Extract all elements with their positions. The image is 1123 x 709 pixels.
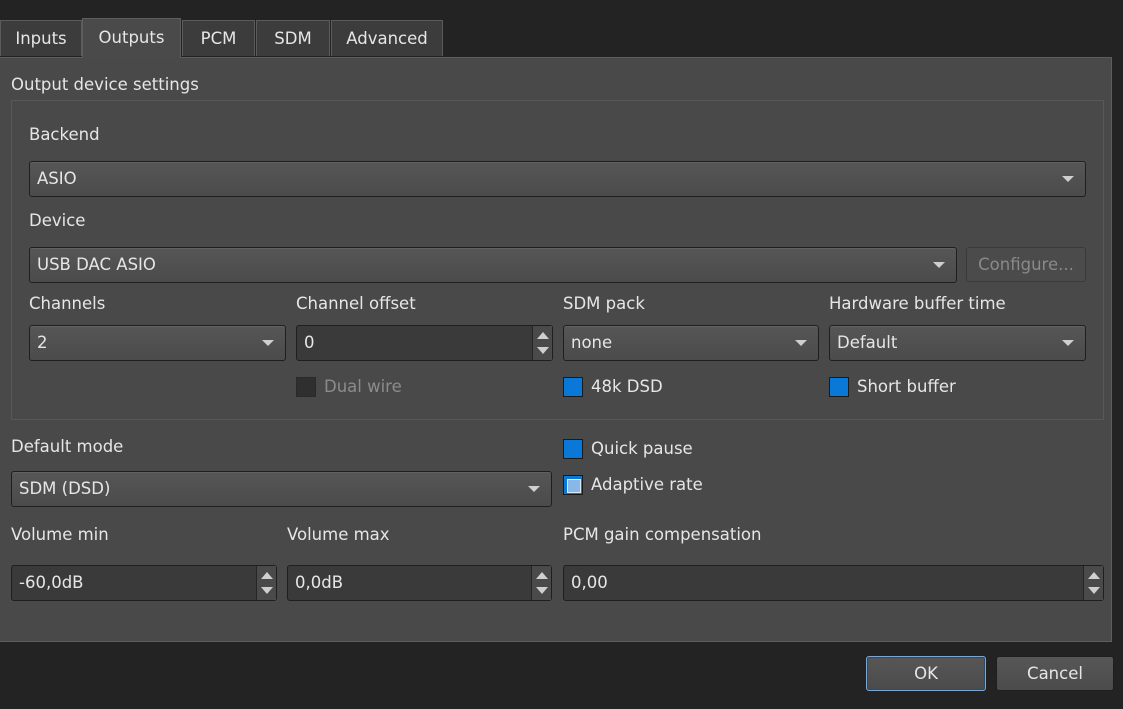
chevron-down-icon [933, 262, 945, 268]
short-buffer-label: Short buffer [857, 377, 956, 396]
checkbox-box [829, 377, 849, 397]
dual-wire-checkbox[interactable]: Dual wire [296, 376, 436, 398]
settings-dialog: Inputs Outputs PCM SDM Advanced Output d… [0, 0, 1123, 709]
chevron-down-icon [528, 486, 540, 492]
channels-value: 2 [37, 333, 48, 352]
tab-inputs[interactable]: Inputs [0, 20, 82, 56]
default-mode-label: Default mode [11, 437, 124, 456]
adaptive-rate-checkbox[interactable]: Adaptive rate [563, 474, 723, 496]
channel-offset-label: Channel offset [296, 294, 416, 313]
checkbox-box [563, 439, 583, 459]
spin-buttons [256, 566, 276, 600]
spin-down-icon[interactable] [1088, 587, 1100, 594]
quick-pause-checkbox[interactable]: Quick pause [563, 438, 723, 460]
backend-value: ASIO [37, 169, 77, 188]
default-mode-select[interactable]: SDM (DSD) [11, 471, 552, 507]
spin-buttons [532, 326, 552, 360]
short-buffer-checkbox[interactable]: Short buffer [829, 376, 989, 398]
spin-buttons [531, 566, 551, 600]
sdm-pack-label: SDM pack [563, 294, 645, 313]
channel-offset-spinbox[interactable]: 0 [296, 325, 553, 361]
volume-max-spinbox[interactable]: 0,0dB [287, 565, 552, 601]
spin-up-icon[interactable] [536, 572, 548, 579]
volume-min-spinbox[interactable]: -60,0dB [11, 565, 277, 601]
tab-advanced[interactable]: Advanced [331, 20, 443, 56]
backend-select[interactable]: ASIO [29, 161, 1086, 197]
volume-max-value: 0,0dB [295, 573, 344, 592]
spin-down-icon[interactable] [536, 587, 548, 594]
hardware-buffer-time-label: Hardware buffer time [829, 294, 1006, 313]
spin-down-icon[interactable] [261, 587, 273, 594]
hardware-buffer-time-value: Default [837, 333, 898, 352]
tab-outputs[interactable]: Outputs [82, 18, 181, 58]
volume-min-label: Volume min [11, 525, 109, 544]
spin-up-icon[interactable] [1088, 572, 1100, 579]
tab-pcm-label: PCM [200, 29, 237, 48]
spin-down-icon[interactable] [537, 347, 549, 354]
tab-advanced-label: Advanced [346, 29, 428, 48]
quick-pause-label: Quick pause [591, 439, 693, 458]
sdm-pack-select[interactable]: none [563, 325, 819, 361]
device-select[interactable]: USB DAC ASIO [29, 247, 957, 283]
adaptive-rate-label: Adaptive rate [591, 475, 703, 494]
configure-button[interactable]: Configure... [966, 247, 1086, 282]
chevron-down-icon [262, 340, 274, 346]
output-device-settings-title: Output device settings [11, 75, 199, 94]
spin-buttons [1083, 566, 1103, 600]
checkbox-box [563, 475, 583, 495]
pcm-gain-compensation-label: PCM gain compensation [563, 525, 762, 544]
outputs-panel: Output device settings Backend ASIO Devi… [0, 57, 1112, 642]
chevron-down-icon [795, 340, 807, 346]
pcm-gain-compensation-value: 0,00 [571, 573, 608, 592]
dsd-48k-checkbox[interactable]: 48k DSD [563, 376, 703, 398]
tab-outputs-label: Outputs [98, 28, 165, 47]
channels-select[interactable]: 2 [29, 325, 286, 361]
channels-label: Channels [29, 294, 106, 313]
volume-max-label: Volume max [287, 525, 390, 544]
tab-inputs-label: Inputs [15, 29, 67, 48]
channel-offset-value: 0 [304, 333, 315, 352]
tab-sdm-label: SDM [274, 29, 312, 48]
spin-up-icon[interactable] [537, 332, 549, 339]
tab-sdm[interactable]: SDM [256, 20, 330, 56]
sdm-pack-value: none [571, 333, 613, 352]
chevron-down-icon [1062, 340, 1074, 346]
dsd-48k-label: 48k DSD [591, 377, 663, 396]
backend-label: Backend [29, 125, 100, 144]
tab-pcm[interactable]: PCM [182, 20, 255, 56]
volume-min-value: -60,0dB [19, 573, 84, 592]
device-label: Device [29, 211, 86, 230]
checkbox-box [296, 377, 316, 397]
checkbox-box [563, 377, 583, 397]
ok-button[interactable]: OK [866, 656, 986, 691]
dual-wire-label: Dual wire [324, 377, 402, 396]
spin-up-icon[interactable] [261, 572, 273, 579]
chevron-down-icon [1062, 176, 1074, 182]
cancel-button[interactable]: Cancel [996, 656, 1114, 691]
default-mode-value: SDM (DSD) [19, 479, 111, 498]
device-value: USB DAC ASIO [37, 255, 156, 274]
hardware-buffer-time-select[interactable]: Default [829, 325, 1086, 361]
pcm-gain-compensation-spinbox[interactable]: 0,00 [563, 565, 1104, 601]
